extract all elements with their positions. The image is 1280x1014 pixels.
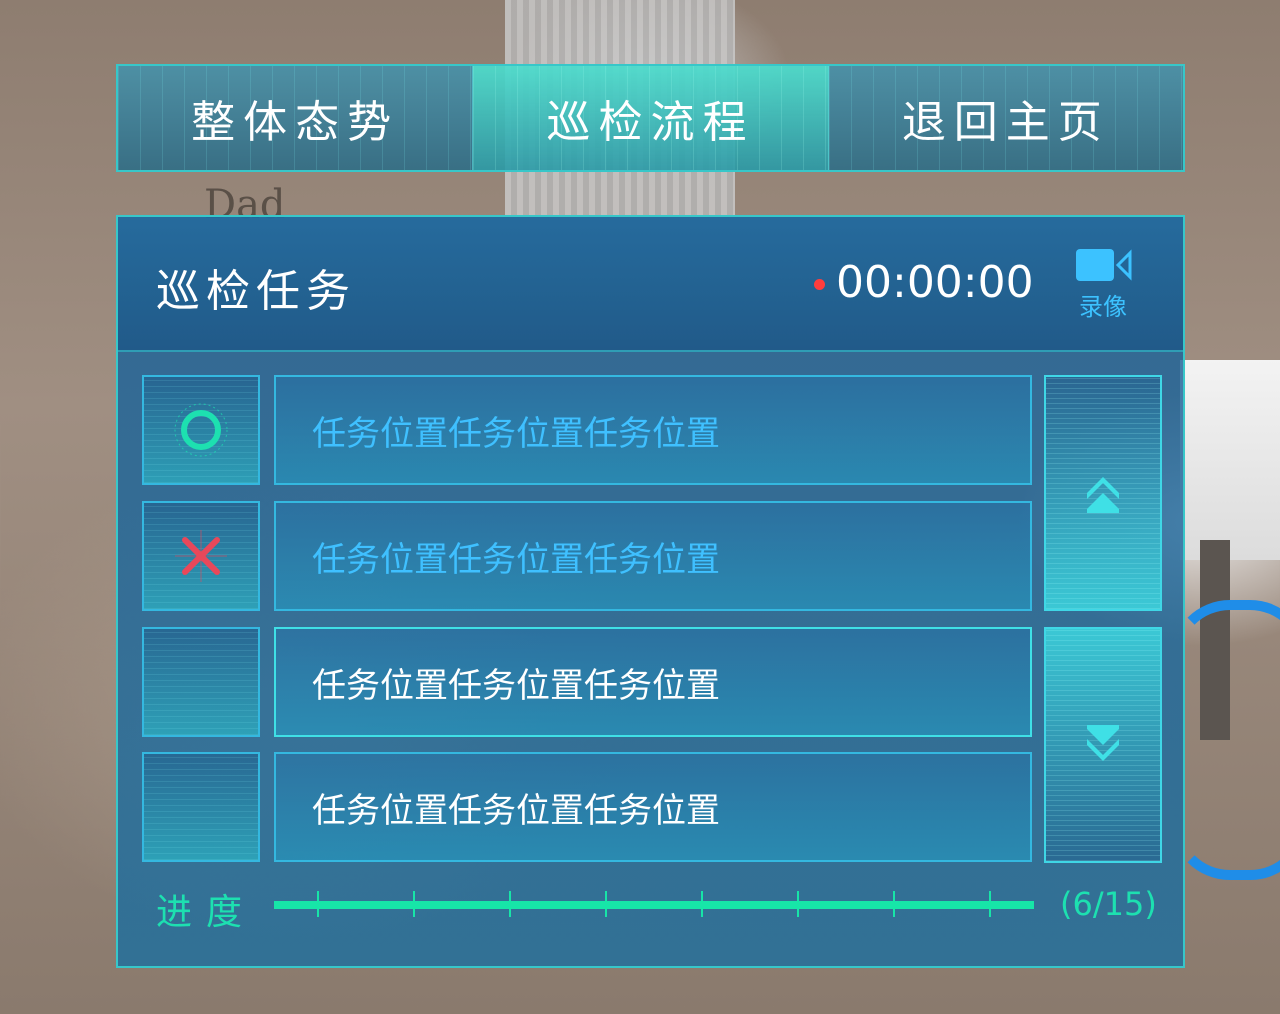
double-chevron-down-icon — [1087, 725, 1119, 761]
tab-inspection-flow[interactable]: 巡检流程 — [473, 66, 829, 170]
task-location: 任务位置任务位置任务位置 — [274, 752, 1032, 862]
tab-overall-status[interactable]: 整体态势 — [118, 66, 474, 170]
video-camera-icon — [1076, 249, 1132, 281]
progress-count: (6/15) — [1060, 885, 1157, 923]
inspection-panel: 巡检任务 00:00:00 录像 任务位置任务位置任务位置 任务位置任务位置任务… — [116, 215, 1185, 968]
circle-ok-icon — [174, 403, 228, 457]
panel-header: 巡检任务 00:00:00 录像 — [118, 217, 1183, 352]
task-location: 任务位置任务位置任务位置 — [274, 501, 1032, 611]
double-chevron-up-icon — [1087, 477, 1119, 513]
task-status-box — [142, 375, 260, 485]
record-button[interactable]: 录像 — [1068, 247, 1138, 327]
recording-dot-icon — [814, 279, 825, 290]
task-location: 任务位置任务位置任务位置 — [274, 375, 1032, 485]
background-cable — [1170, 600, 1280, 880]
scroll-up-button[interactable] — [1044, 375, 1162, 611]
task-status-box — [142, 627, 260, 737]
task-status-box — [142, 752, 260, 862]
top-nav: 整体态势 巡检流程 退回主页 — [116, 64, 1185, 172]
progress-label: 进度 — [156, 892, 257, 933]
tab-return-home[interactable]: 退回主页 — [828, 66, 1183, 170]
progress-ticks — [317, 891, 991, 917]
record-label: 录像 — [1079, 293, 1127, 321]
recording-timer: 00:00:00 — [836, 257, 1034, 308]
task-status-box — [142, 501, 260, 611]
scroll-down-button[interactable] — [1044, 627, 1162, 863]
cross-fail-icon — [175, 530, 227, 582]
panel-title: 巡检任务 — [156, 266, 356, 317]
background-sink — [1180, 360, 1280, 560]
task-location: 任务位置任务位置任务位置 — [274, 627, 1032, 737]
